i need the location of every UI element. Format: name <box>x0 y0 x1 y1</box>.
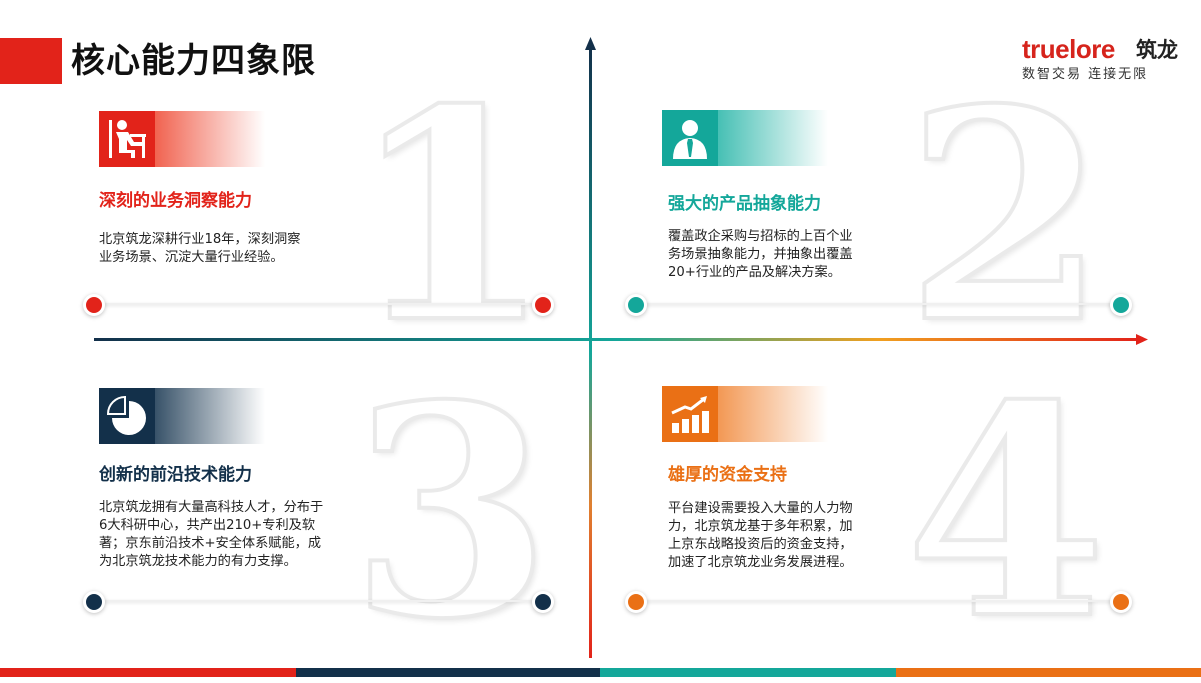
pie-chart-icon <box>99 388 155 444</box>
quadrant-2-connector <box>635 303 1120 305</box>
quadrant-3-number: 3 <box>348 343 554 683</box>
quadrant-4-start-dot <box>625 591 647 613</box>
footer-bar-orange <box>896 668 1201 677</box>
worker-at-desk-icon <box>99 111 155 167</box>
growth-bar-chart-icon <box>662 386 718 442</box>
quadrant-2-heading: 强大的产品抽象能力 <box>668 194 821 214</box>
footer-bar-red <box>0 668 296 677</box>
horizontal-axis-arrow <box>1136 334 1148 345</box>
quadrant-3-icon-banner <box>99 388 265 444</box>
description-line: 北京筑龙拥有大量高科技人才，分布于 <box>99 500 324 515</box>
quadrant-3-connector <box>92 600 542 602</box>
quadrant-3-end-dot <box>532 591 554 613</box>
quadrant-2-end-dot <box>1110 294 1132 316</box>
quadrant-3-description: 北京筑龙拥有大量高科技人才，分布于 6大科研中心，共产出210+专利及软 著；京… <box>99 499 379 571</box>
description-line: 业务场景、沉淀大量行业经验。 <box>99 250 284 265</box>
quadrant-4-connector <box>635 600 1120 602</box>
quadrant-1-connector <box>92 303 542 305</box>
description-line: 北京筑龙深耕行业18年，深刻洞察 <box>99 232 301 247</box>
quadrant-2-number: 2 <box>903 47 1109 387</box>
description-line: 务场景抽象能力，并抽象出覆盖 <box>668 247 853 262</box>
quadrant-1-number: 1 <box>348 47 554 387</box>
description-line: 6大科研中心，共产出210+专利及软 <box>99 518 316 533</box>
vertical-axis-arrow <box>585 37 596 50</box>
quadrant-3-heading: 创新的前沿技术能力 <box>99 465 252 485</box>
quadrant-4-number: 4 <box>903 343 1109 683</box>
description-line: 20+行业的产品及解决方案。 <box>668 265 841 280</box>
quadrant-4-icon-banner <box>662 386 828 442</box>
description-line: 平台建设需要投入大量的人力物 <box>668 501 853 516</box>
description-line: 上京东战略投资后的资金支持， <box>668 537 853 552</box>
quadrant-2-description: 覆盖政企采购与招标的上百个业 务场景抽象能力，并抽象出覆盖 20+行业的产品及解… <box>668 228 908 282</box>
description-line: 著；京东前沿技术+安全体系赋能，成 <box>99 536 322 551</box>
quadrant-4-end-dot <box>1110 591 1132 613</box>
quadrant-1-end-dot <box>532 294 554 316</box>
footer-bar-navy <box>296 668 600 677</box>
quadrant-1-description: 北京筑龙深耕行业18年，深刻洞察 业务场景、沉淀大量行业经验。 <box>99 231 369 267</box>
quadrant-4-heading: 雄厚的资金支持 <box>668 465 787 485</box>
description-line: 覆盖政企采购与招标的上百个业 <box>668 229 853 244</box>
quadrant-1-start-dot <box>83 294 105 316</box>
quadrant-1-icon-banner <box>99 111 265 167</box>
quadrant-4-description: 平台建设需要投入大量的人力物 力，北京筑龙基于多年积累，加 上京东战略投资后的资… <box>668 500 908 572</box>
quadrant-2-start-dot <box>625 294 647 316</box>
quadrant-1-heading: 深刻的业务洞察能力 <box>99 191 252 211</box>
quadrant-2-icon-banner <box>662 110 828 166</box>
description-line: 力，北京筑龙基于多年积累，加 <box>668 519 853 534</box>
description-line: 加速了北京筑龙业务发展进程。 <box>668 555 853 570</box>
quadrant-3-start-dot <box>83 591 105 613</box>
footer-bar-teal <box>600 668 896 677</box>
vertical-axis <box>589 46 592 658</box>
description-line: 为北京筑龙技术能力的有力支撑。 <box>99 554 297 569</box>
person-bust-icon <box>662 110 718 166</box>
